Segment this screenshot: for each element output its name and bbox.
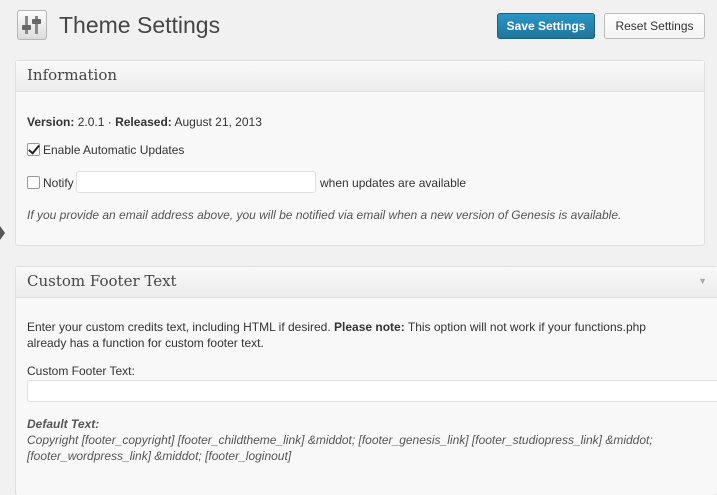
custom-footer-metabox-header[interactable]: Custom Footer Text ▼ (16, 267, 717, 298)
notify-suffix: when updates are available (320, 176, 467, 190)
information-title: Information (27, 66, 118, 84)
version-line: Version: 2.0.1 · Released: August 21, 20… (27, 115, 262, 130)
footer-description-intro: Enter your custom credits text, includin… (27, 320, 331, 334)
notify-row: Notify (27, 176, 74, 191)
notify-hint: If you provide an email address above, y… (27, 208, 622, 222)
theme-settings-page: Theme Settings Save Settings Reset Setti… (0, 0, 717, 495)
default-text-line2: [footer_wordpress_link] &middot; [footer… (27, 449, 292, 463)
notify-checkbox[interactable] (27, 176, 40, 189)
triangle-down-icon[interactable]: ▼ (698, 276, 707, 286)
released-value: August 21, 2013 (174, 115, 262, 129)
collapse-arrow-icon[interactable] (0, 226, 5, 240)
custom-footer-title: Custom Footer Text (27, 272, 177, 290)
auto-updates-label[interactable]: Enable Automatic Updates (43, 143, 184, 157)
custom-footer-metabox: Custom Footer Text ▼ Enter your custom c… (15, 266, 717, 495)
auto-updates-row: Enable Automatic Updates (27, 143, 184, 158)
default-text-label: Default Text: (27, 417, 100, 431)
reset-settings-button[interactable]: Reset Settings (604, 13, 705, 39)
footer-description-note-line1: This option will not work if your functi… (407, 320, 646, 334)
auto-updates-checkbox[interactable] (27, 143, 40, 156)
custom-footer-field-label: Custom Footer Text: (27, 364, 135, 378)
notify-email-input[interactable] (76, 171, 316, 193)
default-text-line1: Copyright [footer_copyright] [footer_chi… (27, 433, 653, 447)
version-separator: · (107, 115, 112, 129)
settings-sliders-icon (17, 10, 47, 40)
information-metabox: Information Version: 2.0.1 · Released: A… (15, 60, 705, 246)
notify-label[interactable]: Notify (43, 176, 74, 190)
information-metabox-header[interactable]: Information (16, 61, 704, 92)
footer-description-note-line2: already has a function for custom footer… (27, 336, 264, 350)
page-title: Theme Settings (59, 12, 221, 38)
custom-footer-text-input[interactable] (27, 380, 717, 402)
save-settings-button[interactable]: Save Settings (497, 13, 595, 39)
footer-description-line1: Enter your custom credits text, includin… (27, 320, 646, 335)
version-label: Version: (27, 115, 75, 129)
released-label: Released: (115, 115, 172, 129)
version-value: 2.0.1 (77, 115, 105, 129)
footer-description-note-label: Please note: (334, 320, 405, 334)
